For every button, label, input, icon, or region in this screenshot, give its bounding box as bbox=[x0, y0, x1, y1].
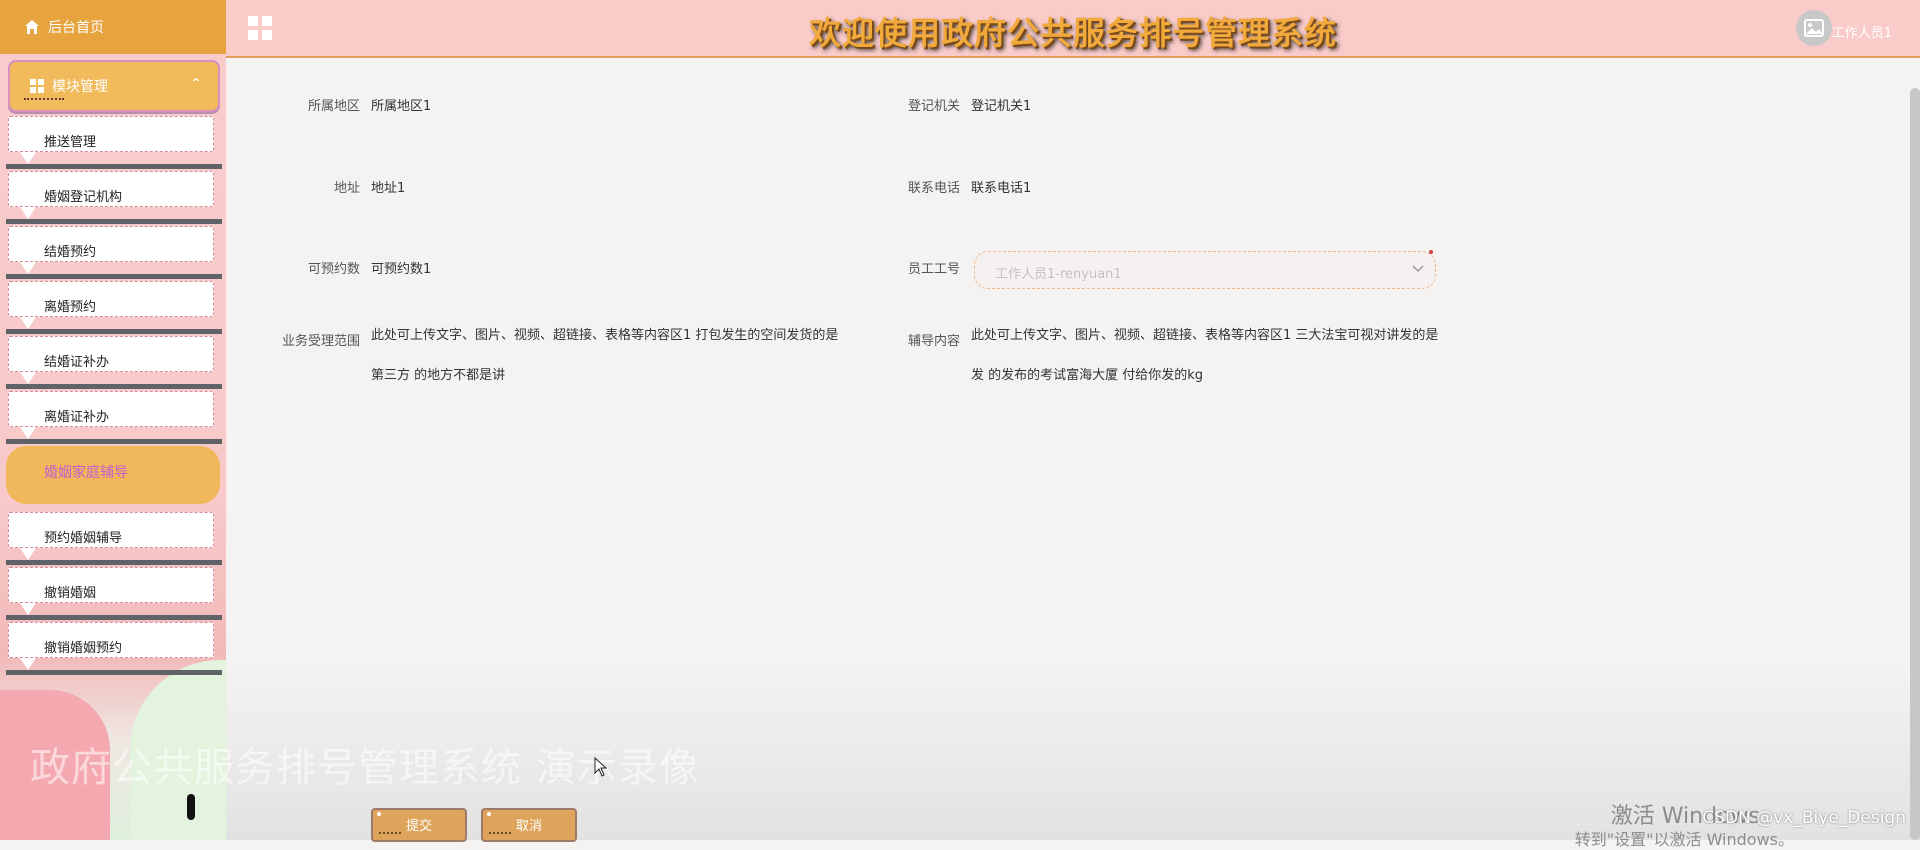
home-link[interactable]: 后台首页 bbox=[0, 0, 226, 54]
detail-form: 所属地区 所属地区1 登记机关 登记机关1 地址 地址1 联系电话 联系电话1 … bbox=[226, 58, 1920, 842]
home-icon bbox=[25, 20, 39, 34]
home-label: 后台首页 bbox=[48, 20, 104, 36]
user-name[interactable]: 工作人员1 bbox=[1832, 22, 1892, 41]
sidebar-item-marriage-cert-reissue[interactable]: 结婚证补办 bbox=[6, 334, 222, 389]
sidebar-item-annul-marriage[interactable]: 撤销婚姻 bbox=[6, 565, 222, 620]
sidebar-item-label: 撤销婚姻 bbox=[44, 586, 97, 601]
scope-value: 此处可上传文字、图片、视频、超链接、表格等内容区1 打包发生的空间发货的是第三方… bbox=[371, 328, 839, 383]
sidebar-item-divorce-cert-reissue[interactable]: 离婚证补办 bbox=[6, 389, 222, 444]
staff-id-select[interactable]: 工作人员1-renyuan1 bbox=[974, 250, 1436, 289]
decoration bbox=[24, 94, 64, 100]
module-menu-toggle[interactable]: 模块管理 ⌃ bbox=[8, 60, 220, 112]
sidebar-item-label: 离婚证补办 bbox=[44, 410, 110, 425]
guidance-value: 此处可上传文字、图片、视频、超链接、表格等内容区1 三大法宝可视对讲发的是发 的… bbox=[971, 328, 1439, 383]
staff-id-value: 工作人员1-renyuan1 bbox=[995, 267, 1122, 282]
module-label: 模块管理 bbox=[52, 79, 108, 95]
sidebar-item-push[interactable]: 推送管理 bbox=[6, 114, 222, 169]
region-value: 所属地区1 bbox=[371, 99, 432, 114]
cancel-label: 取消 bbox=[515, 819, 542, 834]
grid-icon bbox=[30, 79, 44, 93]
sidebar-item-label: 结婚预约 bbox=[44, 245, 97, 260]
sidebar-item-label: 婚姻家庭辅导 bbox=[44, 465, 128, 481]
region-label: 所属地区 bbox=[307, 99, 360, 114]
quota-value: 可预约数1 bbox=[371, 262, 432, 277]
page-title: 欢迎使用政府公共服务排号管理系统 bbox=[808, 14, 1337, 52]
sidebar: 后台首页 模块管理 ⌃ 推送管理 婚姻登记机构 结婚预约 离婚预约 结婚证补办 bbox=[0, 0, 226, 840]
address-label: 地址 bbox=[333, 181, 360, 196]
cancel-button[interactable]: 取消 bbox=[481, 808, 577, 842]
sidebar-item-label: 婚姻登记机构 bbox=[44, 190, 123, 205]
sidebar-item-label: 推送管理 bbox=[44, 135, 97, 150]
scope-label: 业务受理范围 bbox=[281, 334, 360, 349]
image-icon bbox=[1804, 19, 1824, 37]
sidebar-decoration bbox=[187, 794, 195, 820]
phone-label: 联系电话 bbox=[907, 181, 960, 196]
csdn-watermark: CSDN @vx_Biye_Design bbox=[1702, 808, 1906, 828]
avatar[interactable] bbox=[1796, 10, 1832, 46]
sidebar-item-label: 结婚证补办 bbox=[44, 355, 110, 370]
sidebar-item-label: 撤销婚姻预约 bbox=[44, 641, 123, 656]
office-value: 登记机关1 bbox=[971, 99, 1032, 114]
chevron-up-icon: ⌃ bbox=[190, 76, 202, 92]
sidebar-item-label: 离婚预约 bbox=[44, 300, 97, 315]
windows-activation-subtext: 转到"设置"以激活 Windows。 bbox=[1574, 830, 1794, 849]
staff-id-label: 员工工号 bbox=[907, 262, 960, 277]
guidance-label: 辅导内容 bbox=[907, 334, 960, 349]
sidebar-item-label: 预约婚姻辅导 bbox=[44, 531, 123, 546]
submit-button[interactable]: 提交 bbox=[371, 808, 467, 842]
scrollbar[interactable] bbox=[1910, 88, 1920, 840]
quota-label: 可预约数 bbox=[307, 262, 360, 277]
sidebar-item-family-guidance[interactable]: 婚姻家庭辅导 bbox=[6, 446, 220, 504]
phone-value: 联系电话1 bbox=[971, 181, 1032, 196]
office-label: 登记机关 bbox=[907, 99, 960, 114]
sidebar-item-marriage-office[interactable]: 婚姻登记机构 bbox=[6, 169, 222, 224]
sidebar-item-annul-booking[interactable]: 撤销婚姻预约 bbox=[6, 620, 222, 675]
top-header: 欢迎使用政府公共服务排号管理系统 工作人员1 bbox=[226, 0, 1920, 58]
mouse-cursor-icon bbox=[594, 757, 608, 777]
address-value: 地址1 bbox=[371, 181, 406, 196]
chevron-down-icon bbox=[1412, 265, 1424, 273]
submit-label: 提交 bbox=[405, 819, 432, 834]
sidebar-item-divorce-booking[interactable]: 离婚预约 bbox=[6, 279, 222, 334]
sidebar-item-guidance-booking[interactable]: 预约婚姻辅导 bbox=[6, 510, 222, 565]
sidebar-item-marriage-booking[interactable]: 结婚预约 bbox=[6, 224, 222, 279]
